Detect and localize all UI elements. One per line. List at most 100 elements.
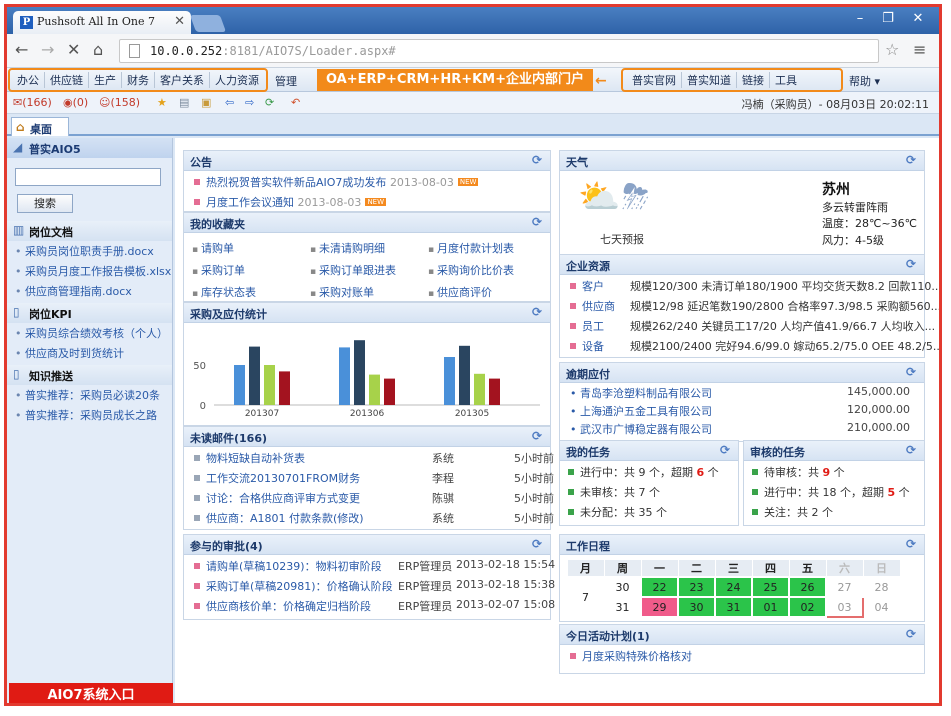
refresh-icon[interactable]: ⟳: [532, 305, 542, 319]
favorite-item[interactable]: 采购询价比价表: [428, 259, 546, 281]
people-count-button[interactable]: ☺(158): [99, 96, 140, 109]
menu-knowledge[interactable]: 普实知道: [682, 72, 737, 88]
favorite-item[interactable]: 未清请购明细: [310, 237, 428, 259]
overdue-item[interactable]: • 上海通沪五金工具有限公司 120,000.00: [560, 401, 924, 419]
weather-forecast-link[interactable]: 七天预报: [600, 231, 644, 247]
doc-item[interactable]: 采购员月度工作报告模板.xlsx: [7, 261, 172, 281]
resource-row[interactable]: 供应商 规模12/98 延迟笔数190/2800 合格率97.3/98.5 采购额…: [560, 295, 939, 315]
kpi-item[interactable]: 供应商及时到货统计: [7, 343, 172, 363]
menu-finance[interactable]: 财务: [122, 72, 155, 88]
menu-crm[interactable]: 客户关系: [155, 72, 210, 88]
cal-day[interactable]: 26: [788, 576, 827, 598]
address-bar[interactable]: 10.0.0.252:8181/AIO7S/Loader.aspx#: [119, 39, 879, 63]
forward-icon[interactable]: →: [41, 40, 54, 59]
push-header[interactable]: ▯ 知识推送: [7, 365, 172, 385]
maximize-icon[interactable]: ❐: [875, 10, 901, 28]
resource-row[interactable]: 员工 规模262/240 关键员工17/20 人均产值41.9/66.7 人均收入…: [560, 315, 935, 335]
refresh-icon[interactable]: ⟳: [720, 443, 730, 457]
cal-day[interactable]: 23: [677, 576, 716, 598]
approval-item[interactable]: 请购单(草稿10239)：物料初审阶段 ERP管理员 2013-02-18 15:5…: [184, 555, 555, 575]
menu-manage[interactable]: 管理: [275, 73, 297, 89]
message-count-button[interactable]: ◉(0): [63, 96, 88, 109]
refresh-icon[interactable]: ⟳: [906, 627, 916, 641]
approval-item[interactable]: 采购订单(草稿20981)：价格确认阶段 ERP管理员 2013-02-18 15:…: [184, 575, 555, 595]
cal-day[interactable]: 04: [862, 596, 901, 618]
menu-links[interactable]: 链接: [737, 72, 770, 88]
cal-day[interactable]: 28: [862, 576, 901, 598]
favorite-item[interactable]: 采购订单: [192, 259, 310, 281]
cal-day[interactable]: 30: [677, 596, 716, 618]
approval-item[interactable]: 供应商核价单：价格确定归档阶段 ERP管理员 2013-02-07 15:08: [184, 595, 555, 615]
minimize-icon[interactable]: –: [847, 10, 873, 28]
kpi-header[interactable]: ▯ 岗位KPI: [7, 303, 172, 323]
cal-day[interactable]: 24: [714, 576, 753, 598]
folder-icon[interactable]: ▣: [201, 96, 211, 109]
task-in-progress[interactable]: 进行中：共 9 个，超期 6 个: [560, 461, 738, 481]
cal-day-today[interactable]: 03: [825, 596, 864, 618]
docs-header[interactable]: ▥ 岗位文档: [7, 221, 172, 241]
cal-day[interactable]: 22: [640, 576, 679, 598]
cal-day[interactable]: 01: [751, 596, 790, 618]
favorite-item[interactable]: 供应商评价: [428, 281, 546, 303]
menu-office[interactable]: 办公: [12, 72, 45, 88]
refresh-icon[interactable]: ⟳: [906, 257, 916, 271]
cal-day[interactable]: 02: [788, 596, 827, 618]
notice-item[interactable]: 热烈祝贺普实软件新品AIO7成功发布 2013-08-03 NEW: [184, 171, 550, 191]
system-entry-button[interactable]: AIO7系统入口: [9, 683, 173, 703]
cal-day[interactable]: 29: [640, 596, 679, 618]
cal-day[interactable]: 25: [751, 576, 790, 598]
push-item[interactable]: 普实推荐：采购员成长之路: [7, 405, 172, 425]
cal-day[interactable]: 27: [825, 576, 864, 598]
mail-item[interactable]: 讨论：合格供应商评审方式变更 陈骐 5小时前: [184, 487, 554, 507]
plan-item[interactable]: 月度采购特殊价格核对: [560, 645, 924, 665]
refresh-icon[interactable]: ⟳: [532, 429, 542, 443]
kpi-item[interactable]: 采购员综合绩效考核（个人）: [7, 323, 172, 343]
home-icon[interactable]: ⌂: [93, 40, 103, 59]
search-input[interactable]: [15, 168, 161, 186]
cal-day[interactable]: 31: [714, 596, 753, 618]
review-followed[interactable]: 关注：共 2 个: [744, 501, 924, 521]
task-unreviewed[interactable]: 未审核：共 7 个: [560, 481, 738, 501]
refresh-icon[interactable]: ⟳: [532, 537, 542, 551]
note-icon[interactable]: ▤: [179, 96, 189, 109]
task-unassigned[interactable]: 未分配：共 35 个: [560, 501, 738, 521]
menu-icon[interactable]: ≡: [913, 40, 926, 59]
doc-item[interactable]: 采购员岗位职责手册.docx: [7, 241, 172, 261]
overdue-item[interactable]: • 青岛李沧塑料制品有限公司 145,000.00: [560, 383, 924, 401]
favorite-item[interactable]: 月度付款计划表: [428, 237, 546, 259]
favorite-star-icon[interactable]: ★: [157, 96, 167, 109]
tab-desktop[interactable]: ⌂ 桌面: [11, 117, 69, 136]
arrow-forward-icon[interactable]: ⇨: [245, 96, 254, 109]
doc-item[interactable]: 供应商管理指南.docx: [7, 281, 172, 301]
arrow-back-icon[interactable]: ⇦: [225, 96, 234, 109]
stop-icon[interactable]: ✕: [67, 40, 80, 59]
browser-tab[interactable]: P Pushsoft All In One 7 ✕: [13, 11, 191, 34]
favorite-item[interactable]: 库存状态表: [192, 281, 310, 303]
menu-website[interactable]: 普实官网: [627, 72, 682, 88]
menu-supply-chain[interactable]: 供应链: [45, 72, 89, 88]
resource-row[interactable]: 客户 规模120/300 未清订单180/1900 平均交货天数8.2 回款110…: [560, 275, 939, 295]
undo-icon[interactable]: ↶: [291, 96, 300, 109]
back-icon[interactable]: ←: [15, 40, 28, 59]
refresh-icon[interactable]: ⟳: [906, 365, 916, 379]
overdue-item[interactable]: • 武汉市广博稳定器有限公司 210,000.00: [560, 419, 924, 437]
resource-row[interactable]: 设备 规模2100/2400 完好94.6/99.0 嫁动65.2/75.0 OE…: [560, 335, 939, 355]
refresh-icon[interactable]: ⟳: [532, 215, 542, 229]
mail-item[interactable]: 供应商：A1801 付款条款(修改) 系统 5小时前: [184, 507, 554, 527]
menu-tools[interactable]: 工具: [770, 72, 802, 88]
refresh-icon[interactable]: ⟳: [265, 96, 274, 109]
push-item[interactable]: 普实推荐：采购员必读20条: [7, 385, 172, 405]
review-pending[interactable]: 待审核：共 9 个: [744, 461, 924, 481]
new-tab-button[interactable]: [189, 15, 227, 32]
mail-count-button[interactable]: ✉(166): [13, 96, 52, 109]
mail-item[interactable]: 物料短缺自动补货表 系统 5小时前: [184, 447, 554, 467]
favorite-item[interactable]: 采购对账单: [310, 281, 428, 303]
mail-item[interactable]: 工作交流20130701FROM财务 李程 5小时前: [184, 467, 554, 487]
bookmark-star-icon[interactable]: ☆: [885, 40, 899, 59]
close-window-icon[interactable]: ✕: [905, 10, 931, 28]
refresh-icon[interactable]: ⟳: [906, 537, 916, 551]
review-in-progress[interactable]: 进行中：共 18 个，超期 5 个: [744, 481, 924, 501]
menu-help[interactable]: 帮助 ▾: [849, 73, 880, 89]
favorite-item[interactable]: 采购订单跟进表: [310, 259, 428, 281]
menu-production[interactable]: 生产: [89, 72, 122, 88]
